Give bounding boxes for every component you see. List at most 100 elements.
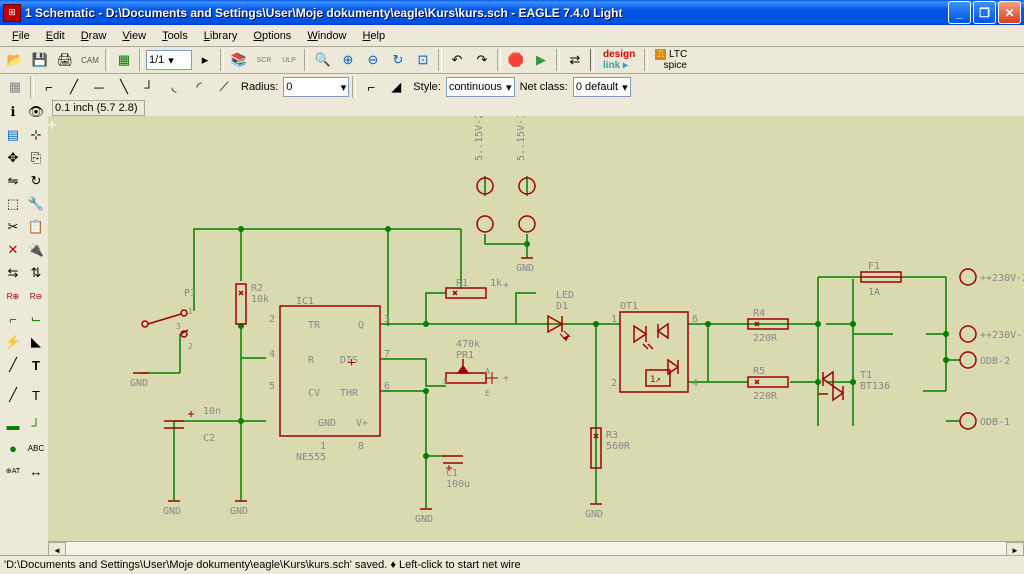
rotate-icon[interactable]: ↻	[25, 170, 47, 192]
redo-icon[interactable]: ↷	[470, 48, 494, 72]
print-icon[interactable]: 🖨	[53, 48, 77, 72]
miter-icon[interactable]: ◣	[25, 331, 47, 353]
wire-bend1-icon[interactable]: ╱	[62, 75, 86, 99]
svg-text:1k: 1k	[490, 278, 502, 289]
dimension-icon[interactable]: ↔	[25, 460, 47, 482]
svg-text:6: 6	[692, 314, 698, 325]
radius-input[interactable]: 0▾	[283, 77, 349, 97]
svg-text:ODB-1: ODB-1	[980, 417, 1010, 428]
ulp-icon[interactable]: ULP	[277, 48, 301, 72]
svg-text:100u: 100u	[446, 479, 470, 490]
svg-text:+: +	[503, 280, 509, 291]
info-icon[interactable]: ℹ	[2, 101, 24, 123]
svg-text:4: 4	[269, 349, 275, 360]
menu-view[interactable]: View	[114, 28, 154, 44]
zoom-select-icon[interactable]: ⊡	[411, 48, 435, 72]
menu-tools[interactable]: Tools	[154, 28, 196, 44]
miter2-icon[interactable]: ◢	[384, 75, 408, 99]
mirror-icon[interactable]: ⇋	[2, 170, 24, 192]
bus-icon[interactable]: ▬	[2, 414, 24, 436]
zoom-redraw-icon[interactable]: ↻	[386, 48, 410, 72]
netclass-select[interactable]: 0 default▾	[573, 77, 631, 97]
library-icon[interactable]: 📚	[227, 48, 251, 72]
mark-icon[interactable]: ⊹	[25, 124, 47, 146]
swap-icon[interactable]: ⇄	[563, 48, 587, 72]
titlebar: ⊞ 1 Schematic - D:\Documents and Setting…	[0, 0, 1024, 25]
menu-file[interactable]: File	[4, 28, 38, 44]
menu-edit[interactable]: Edit	[38, 28, 73, 44]
svg-text:+: +	[503, 373, 509, 384]
undo-icon[interactable]: ↶	[445, 48, 469, 72]
svg-text:LED: LED	[556, 290, 574, 301]
wire-bend0-icon[interactable]: ⌐	[37, 75, 61, 99]
sheet-next-icon[interactable]: ▸	[193, 48, 217, 72]
replace-icon[interactable]: R⊕	[2, 285, 24, 307]
maximize-button[interactable]: ❐	[973, 1, 996, 24]
menu-help[interactable]: Help	[354, 28, 393, 44]
delete-icon[interactable]: ✕	[2, 239, 24, 261]
cut-icon[interactable]: ✂	[2, 216, 24, 238]
open-icon[interactable]: 📂	[3, 48, 27, 72]
zoom-fit-icon[interactable]: 🔍	[311, 48, 335, 72]
svg-text:R2: R2	[251, 283, 263, 294]
move-icon[interactable]: ✥	[2, 147, 24, 169]
minimize-button[interactable]: _	[948, 1, 971, 24]
eye-icon[interactable]: 👁	[25, 101, 47, 123]
ltspice-logo[interactable]: ⎍ LTC spice	[651, 49, 691, 71]
grid-icon[interactable]: ▦	[3, 75, 27, 99]
svg-text:Q: Q	[358, 320, 364, 331]
svg-text:7: 7	[384, 349, 390, 360]
close-button[interactable]: ✕	[998, 1, 1021, 24]
script-icon[interactable]: SCR	[252, 48, 276, 72]
svg-text:R: R	[308, 355, 315, 366]
menu-window[interactable]: Window	[299, 28, 354, 44]
junction-icon[interactable]: ●	[2, 437, 24, 459]
change-icon[interactable]: 🔧	[25, 193, 47, 215]
go-icon[interactable]: ▶	[529, 48, 553, 72]
replace2-icon[interactable]: R⊖	[25, 285, 47, 307]
svg-text:GND: GND	[516, 263, 534, 274]
layers-icon[interactable]: ▤	[2, 124, 24, 146]
designlink-logo[interactable]: designlink ▸	[597, 49, 641, 71]
net-icon[interactable]: ┘	[25, 414, 47, 436]
wire-bend4-icon[interactable]: ┘	[137, 75, 161, 99]
invoke-icon[interactable]: T	[25, 354, 47, 376]
schematic-canvas[interactable]: 1↗ P1 R210k IC1NE555 R11k PR1470k C1100u…	[48, 116, 1024, 542]
paste-icon[interactable]: 📋	[25, 216, 47, 238]
svg-text:A: A	[485, 367, 490, 376]
attribute-icon[interactable]: ⊕AT	[2, 460, 24, 482]
add-icon[interactable]: 🔌	[25, 239, 47, 261]
copy-icon[interactable]: ⎘	[25, 147, 47, 169]
gateswap-icon[interactable]: ⇅	[25, 262, 47, 284]
svg-text:F1: F1	[868, 261, 880, 272]
zoom-in-icon[interactable]: ⊕	[336, 48, 360, 72]
value-icon[interactable]: ⌙	[25, 308, 47, 330]
wire-arc2-icon[interactable]: ◜	[187, 75, 211, 99]
svg-text:BT136: BT136	[860, 381, 890, 392]
name-icon[interactable]: ⌐	[2, 308, 24, 330]
board-icon[interactable]: ▦	[112, 48, 136, 72]
cam-icon[interactable]: CAM	[78, 48, 102, 72]
svg-text:3: 3	[176, 322, 181, 331]
menu-library[interactable]: Library	[196, 28, 246, 44]
menu-options[interactable]: Options	[245, 28, 299, 44]
wire-arc1-icon[interactable]: ◟	[162, 75, 186, 99]
svg-text:220R: 220R	[753, 391, 778, 402]
miter1-icon[interactable]: ⌐	[359, 75, 383, 99]
menu-draw[interactable]: Draw	[73, 28, 115, 44]
pinswap-icon[interactable]: ⇆	[2, 262, 24, 284]
save-icon[interactable]: 💾	[28, 48, 52, 72]
group-icon[interactable]: ⬚	[2, 193, 24, 215]
sheet-selector[interactable]: 1/1▾	[146, 50, 192, 70]
wire-bend3-icon[interactable]: ╲	[112, 75, 136, 99]
smash-icon[interactable]: ⚡	[2, 331, 24, 353]
split-icon[interactable]: ╱	[2, 354, 24, 376]
zoom-out-icon[interactable]: ⊖	[361, 48, 385, 72]
wire-free-icon[interactable]: ⟋	[212, 75, 236, 99]
stop-icon[interactable]: 🛑	[504, 48, 528, 72]
text-icon[interactable]: T	[25, 384, 47, 406]
wire-bend2-icon[interactable]: ─	[87, 75, 111, 99]
wire-icon[interactable]: ╱	[2, 384, 24, 406]
label-icon[interactable]: ABC	[25, 437, 47, 459]
style-select[interactable]: continuous▾	[446, 77, 515, 97]
